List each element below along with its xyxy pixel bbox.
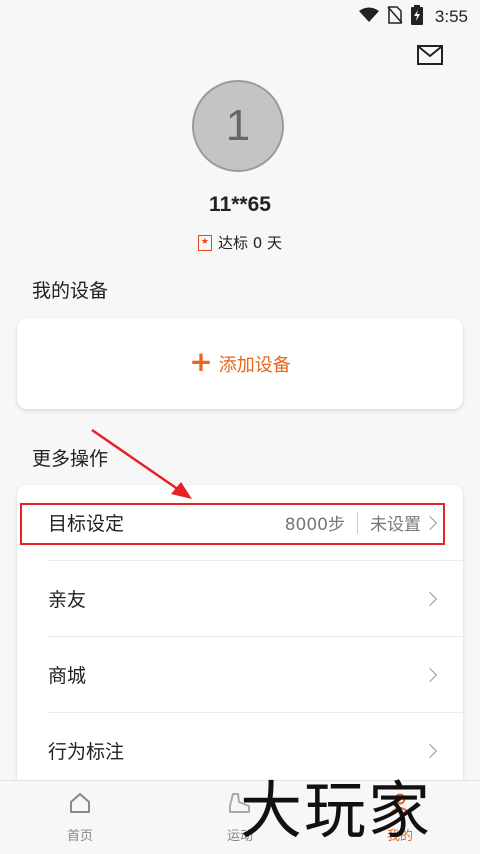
tab-mine[interactable]: 我的	[320, 781, 480, 854]
tab-home-label: 首页	[66, 829, 93, 844]
home-icon	[68, 791, 92, 819]
wifi-icon	[358, 7, 379, 27]
more-ops-title: 更多操作	[32, 448, 109, 470]
chevron-right-icon	[422, 591, 438, 606]
achievement-days: ★ 达标 0 天	[0, 232, 480, 253]
my-devices-title: 我的设备	[32, 280, 109, 302]
friends-label: 亲友	[48, 589, 87, 611]
status-time: 3:55	[434, 7, 468, 26]
friends-item[interactable]: 亲友	[17, 561, 463, 636]
message-button[interactable]	[416, 44, 444, 70]
tab-sport[interactable]: 运动	[160, 781, 320, 854]
mall-label: 商城	[48, 665, 87, 687]
badge-icon: ★	[197, 234, 212, 251]
bottom-tab-bar: 首页 运动 我的	[0, 780, 480, 854]
tab-home[interactable]: 首页	[0, 781, 160, 854]
add-device-button[interactable]: + 添加设备	[17, 318, 463, 409]
chevron-right-icon	[422, 667, 438, 682]
username: 11**65	[209, 193, 271, 216]
shoe-icon	[227, 791, 253, 819]
person-icon	[388, 791, 412, 819]
tab-mine-label: 我的	[386, 829, 413, 844]
tab-sport-label: 运动	[226, 829, 253, 844]
mail-icon	[417, 45, 443, 69]
chevron-right-icon	[422, 743, 438, 758]
battery-charging-icon	[410, 5, 423, 29]
achievement-text: 达标 0 天	[217, 234, 283, 252]
mall-item[interactable]: 商城	[17, 637, 463, 712]
avatar-initial: 1	[225, 101, 251, 150]
annotation-highlight-box	[20, 503, 445, 545]
behavior-tagging-item[interactable]: 行为标注	[17, 713, 463, 788]
status-bar: 3:55	[0, 0, 480, 34]
avatar[interactable]: 1	[192, 80, 284, 172]
behavior-tagging-label: 行为标注	[48, 741, 125, 763]
plus-icon: +	[189, 345, 213, 378]
add-device-label: 添加设备	[218, 354, 291, 376]
no-sim-icon	[387, 6, 403, 28]
